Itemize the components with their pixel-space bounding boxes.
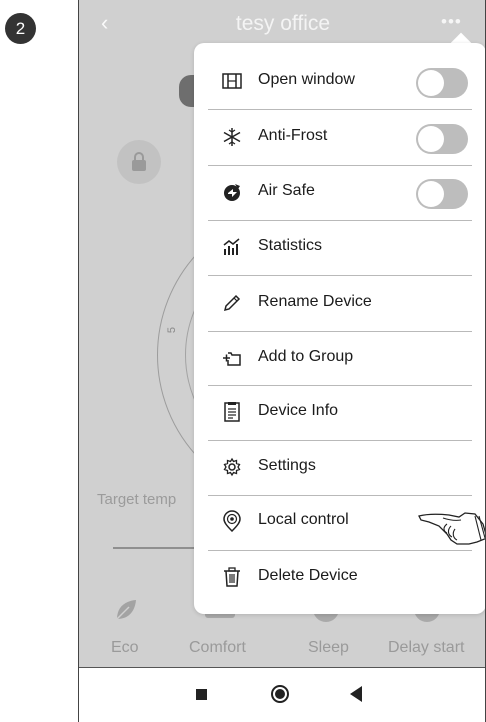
menu-item-label: Device Info [258,402,339,419]
title-bar: ‹ tesy office ••• [79,0,485,48]
menu-item-label: Local control [258,511,349,528]
pencil-icon [220,291,244,315]
step-badge: 2 [5,13,36,44]
square-icon[interactable] [196,689,207,700]
menu-item-open-window[interactable]: Open window [194,54,485,109]
menu-item-label: Anti-Frost [258,127,328,144]
target-temp-label: Target temp [97,491,177,508]
menu-item-settings[interactable]: Settings [194,440,485,495]
window-icon [220,69,244,93]
mode-label-comfort: Comfort [189,639,246,656]
more-horizontal-icon[interactable]: ••• [441,12,462,32]
mode-label-sleep: Sleep [308,639,349,656]
menu-item-label: Air Safe [258,182,315,199]
pointing-hand-icon [418,512,485,545]
menu-item-rename-device[interactable]: Rename Device [194,276,485,331]
menu-item-delete-device[interactable]: Delete Device [194,550,485,605]
dial-number: 5 [166,326,179,334]
snowflake-icon [220,125,244,149]
menu-item-label: Settings [258,457,316,474]
mode-label-delay-start: Delay start [388,639,465,656]
open-window-toggle[interactable] [416,68,468,98]
page-title: tesy office [235,12,331,35]
air-safe-icon [220,180,244,204]
statistics-icon [220,235,244,259]
menu-item-label: Add to Group [258,348,354,365]
anti-frost-toggle[interactable] [416,124,468,154]
trash-icon [220,565,244,589]
document-icon [220,400,244,424]
menu-item-statistics[interactable]: Statistics [194,220,485,275]
leaf-icon[interactable] [113,597,139,623]
air-safe-toggle[interactable] [416,179,468,209]
wifi-pin-icon [220,509,244,533]
menu-item-air-safe[interactable]: Air Safe [194,165,485,220]
android-navbar [79,669,485,722]
lock-button[interactable] [117,140,161,184]
menu-item-add-to-group[interactable]: Add to Group [194,331,485,386]
mode-label-eco: Eco [111,639,139,656]
gear-icon [220,455,244,479]
lock-icon [132,152,146,171]
menu-item-label: Delete Device [258,567,358,584]
circle-icon[interactable] [271,685,289,703]
menu-item-anti-frost[interactable]: Anti-Frost [194,110,485,165]
add-folder-icon [220,346,244,370]
menu-item-label: Rename Device [258,293,372,310]
menu-item-label: Statistics [258,237,323,254]
phone-screen: ‹ tesy office ••• 5 Target temp Eco Comf… [78,0,486,722]
menu-item-label: Open window [258,71,355,88]
menu-item-device-info[interactable]: Device Info [194,385,485,440]
triangle-back-icon[interactable] [350,686,362,702]
